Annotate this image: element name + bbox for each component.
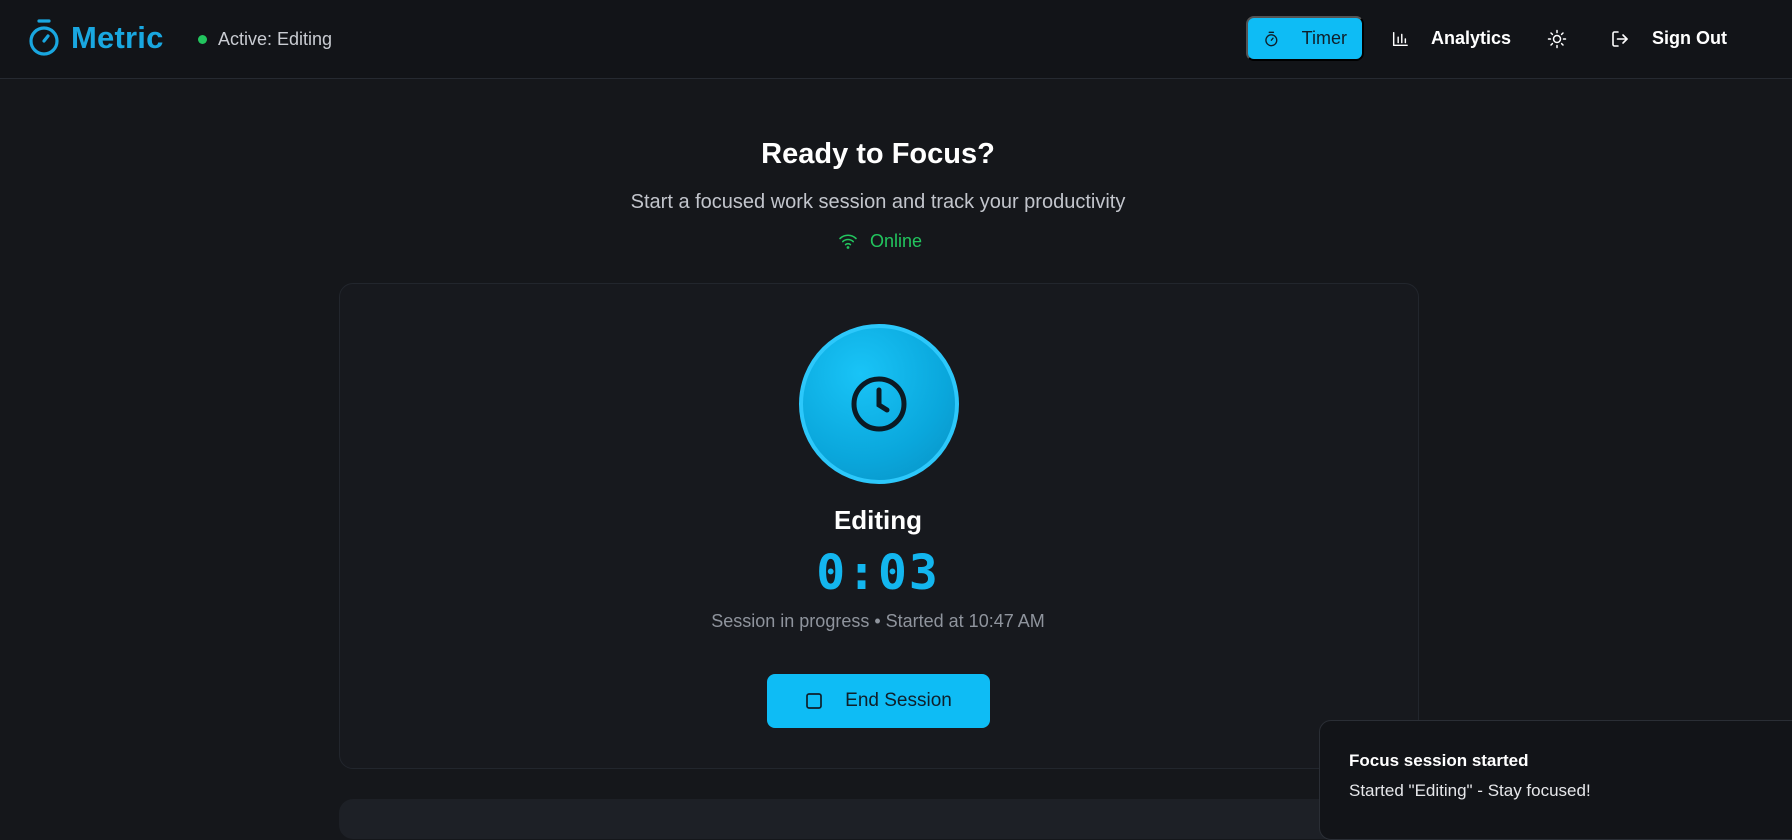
nav-analytics-button[interactable]: Analytics (1376, 16, 1526, 61)
notification-toast[interactable] (1319, 720, 1792, 840)
stop-square-icon (806, 693, 823, 709)
toast-message: Started "Editing" - Stay focused! (1349, 781, 1591, 800)
end-session-button[interactable]: End Session (767, 674, 990, 728)
connection-status: Online (838, 229, 922, 253)
stopwatch-icon (1265, 31, 1278, 46)
wifi-icon (839, 234, 857, 249)
clock-icon (851, 376, 907, 432)
log-out-icon (1612, 30, 1628, 47)
sun-icon (1547, 29, 1567, 48)
status-dot (198, 34, 207, 44)
session-orb (799, 324, 959, 484)
page-title: Ready to Focus? (761, 138, 995, 170)
elapsed-time: 0:03 (816, 545, 940, 601)
brand-name: Metric (71, 20, 164, 55)
toast-title: Focus session started (1349, 751, 1529, 770)
sign-out-button[interactable]: Sign Out (1595, 16, 1745, 61)
nav-timer-button[interactable]: Timer (1246, 16, 1364, 61)
active-status-text: Active: Editing (218, 28, 333, 49)
end-session-label: End Session (845, 690, 952, 711)
brand-logo[interactable]: Metric (27, 18, 164, 58)
sign-out-label: Sign Out (1652, 28, 1727, 48)
session-activity-name: Editing (833, 505, 923, 535)
secondary-card (339, 799, 1419, 839)
connection-status-text: Online (870, 230, 923, 251)
bar-chart-icon (1392, 31, 1408, 46)
session-status-text: Session in progress • Started at 10:47 A… (711, 611, 1045, 631)
stopwatch-icon (29, 19, 59, 56)
top-navigation-bar: Metric Active: Editing Timer Analytics S… (0, 0, 1792, 79)
nav-analytics-label: Analytics (1430, 28, 1511, 48)
theme-toggle-button[interactable] (1537, 16, 1577, 61)
active-activity-status: Active: Editing (198, 27, 332, 51)
page-subtitle: Start a focused work session and track y… (630, 191, 1126, 213)
nav-timer-label: Timer (1301, 28, 1347, 48)
